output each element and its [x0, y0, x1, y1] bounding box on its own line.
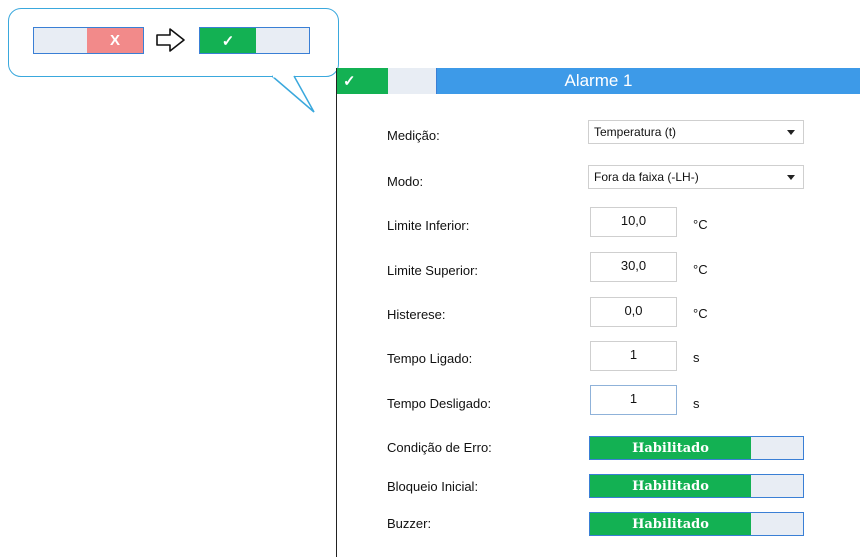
- toggle-off-segment: [751, 513, 803, 535]
- limite-superior-unit: °C: [693, 262, 708, 277]
- toggle-empty-segment: [256, 28, 309, 53]
- tempo-ligado-label: Tempo Ligado:: [387, 351, 473, 366]
- toggle-off-segment: [751, 437, 803, 459]
- limite-inferior-unit: °C: [693, 217, 708, 232]
- bloqueio-inicial-toggle[interactable]: Habilitado: [589, 474, 804, 498]
- bloqueio-inicial-state: Habilitado: [590, 475, 751, 497]
- medicao-label: Medição:: [387, 128, 440, 143]
- limite-inferior-label: Limite Inferior:: [387, 218, 470, 233]
- tempo-desligado-unit: s: [693, 396, 700, 411]
- tempo-desligado-label: Tempo Desligado:: [387, 396, 492, 411]
- panel-border: [336, 68, 337, 557]
- condicao-erro-state: Habilitado: [590, 437, 751, 459]
- toggle-empty-segment: [34, 28, 87, 53]
- check-icon: ✓: [337, 68, 388, 94]
- condicao-erro-toggle[interactable]: Habilitado: [589, 436, 804, 460]
- toggle-off-segment: [388, 68, 436, 94]
- medicao-select[interactable]: Temperatura (t): [588, 120, 804, 144]
- tempo-ligado-unit: s: [693, 350, 700, 365]
- toggle-example-on: ✓: [199, 27, 310, 54]
- panel-header: Alarme 1 ✓: [337, 68, 860, 94]
- modo-value: Fora da faixa (-LH-): [594, 170, 699, 184]
- arrow-right-icon: [156, 28, 185, 52]
- chevron-down-icon: [787, 175, 795, 180]
- bloqueio-inicial-label: Bloqueio Inicial:: [387, 479, 479, 494]
- toggle-off-segment: [751, 475, 803, 497]
- buzzer-label: Buzzer:: [387, 516, 432, 531]
- tempo-desligado-input[interactable]: 1: [590, 385, 677, 415]
- modo-select[interactable]: Fora da faixa (-LH-): [588, 165, 804, 189]
- tempo-ligado-input[interactable]: 1: [590, 341, 677, 371]
- limite-inferior-input[interactable]: 10,0: [590, 207, 677, 237]
- limite-superior-input[interactable]: 30,0: [590, 252, 677, 282]
- check-icon: ✓: [200, 28, 256, 53]
- buzzer-toggle[interactable]: Habilitado: [589, 512, 804, 536]
- chevron-down-icon: [787, 130, 795, 135]
- buzzer-state: Habilitado: [590, 513, 751, 535]
- histerese-label: Histerese:: [387, 307, 446, 322]
- modo-label: Modo:: [387, 174, 424, 189]
- x-icon: X: [87, 28, 143, 53]
- histerese-unit: °C: [693, 306, 708, 321]
- alarm-enable-toggle[interactable]: ✓: [337, 68, 437, 94]
- condicao-erro-label: Condição de Erro:: [387, 440, 492, 455]
- limite-superior-label: Limite Superior:: [387, 263, 479, 278]
- toggle-example-off: X: [33, 27, 144, 54]
- histerese-input[interactable]: 0,0: [590, 297, 677, 327]
- medicao-value: Temperatura (t): [594, 125, 677, 139]
